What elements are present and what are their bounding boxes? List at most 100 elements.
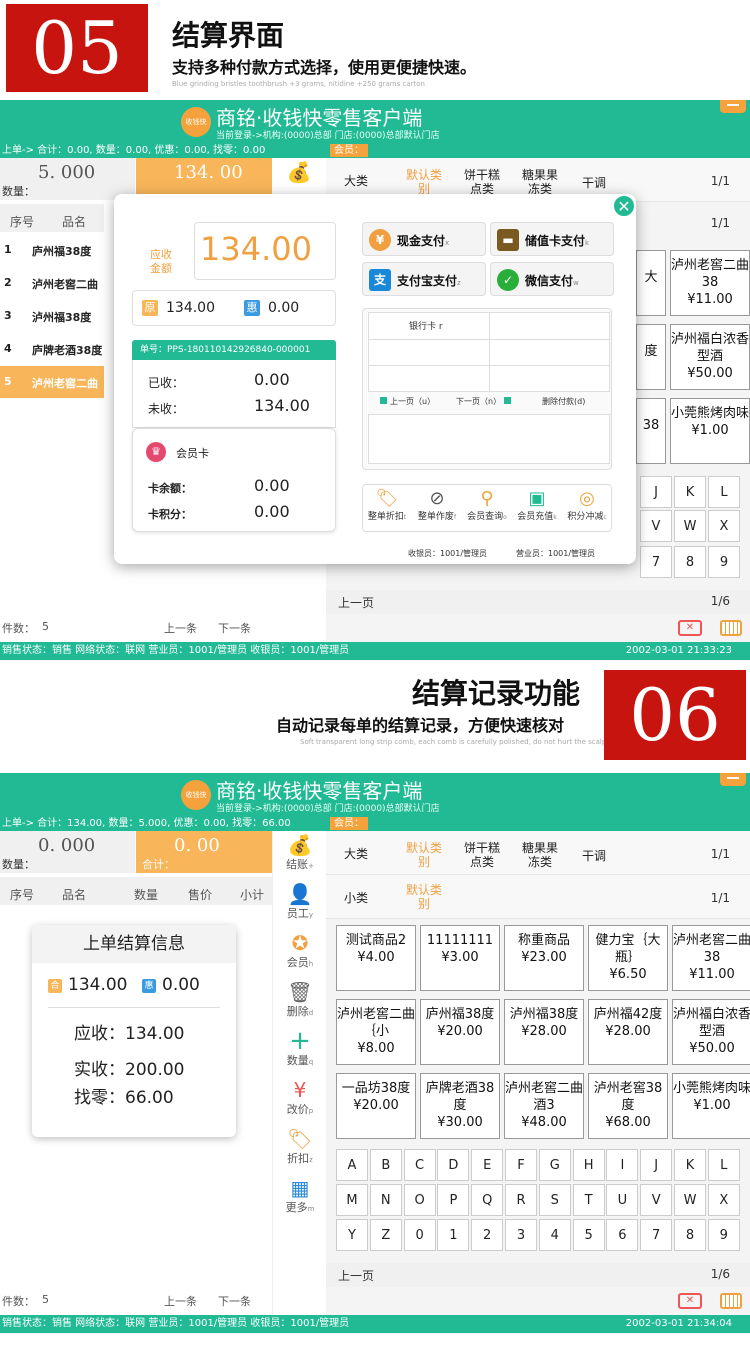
cash-pay-button[interactable]: ¥ 现金支付x bbox=[362, 222, 486, 256]
key-B[interactable]: B bbox=[369, 1149, 402, 1181]
backspace-icon[interactable]: ✕ bbox=[678, 620, 702, 636]
member-badge[interactable]: 会员： bbox=[330, 144, 368, 157]
prev-page-button[interactable]: 上一页 bbox=[338, 1267, 374, 1284]
wechat-pay-button[interactable]: ✓ 微信支付w bbox=[490, 262, 614, 296]
key-9[interactable]: 9 bbox=[708, 546, 740, 578]
backspace-icon[interactable]: ✕ bbox=[678, 1293, 702, 1309]
price-tool[interactable]: ¥ 改价p bbox=[273, 1076, 327, 1125]
key-W[interactable]: W bbox=[674, 510, 706, 542]
quantity-tool[interactable]: + 数量q bbox=[273, 1027, 327, 1076]
alipay-pay-button[interactable]: 支支付宝支付z bbox=[362, 262, 486, 296]
delete-tool[interactable]: 🗑 删除d bbox=[273, 978, 327, 1027]
points-deduct-button[interactable]: ◎ 积分冲减c bbox=[562, 484, 612, 532]
category-tab[interactable]: 饼干糕点类 bbox=[460, 168, 504, 196]
product-tile-partial[interactable]: 大 bbox=[636, 250, 666, 316]
product-tile[interactable]: 泸州福白浓香型酒 ¥50.00 bbox=[670, 324, 750, 390]
cart-row[interactable]: 1 庐州福38度 bbox=[0, 234, 104, 266]
delete-payment-button[interactable]: 删除付款(d) bbox=[542, 396, 585, 407]
minimize-button[interactable] bbox=[720, 100, 746, 113]
keyboard-icon[interactable] bbox=[720, 1293, 742, 1309]
key-L[interactable]: L bbox=[708, 476, 740, 508]
product-tile[interactable]: 称重商品 ¥23.00 bbox=[504, 925, 584, 991]
member-badge[interactable]: 会员： bbox=[330, 817, 368, 830]
product-tile[interactable]: 庐州福38度 ¥20.00 bbox=[420, 999, 500, 1065]
next-item-button[interactable]: 下一条 bbox=[218, 620, 251, 636]
key-8[interactable]: 8 bbox=[674, 546, 706, 578]
product-tile[interactable]: 泸州老窖二曲38 ¥11.00 bbox=[672, 925, 750, 991]
category-tab[interactable]: 饼干糕点类 bbox=[460, 841, 504, 869]
category-tab[interactable]: 默认类别 bbox=[402, 841, 446, 869]
product-tile[interactable]: 测试商品2 ¥4.00 bbox=[336, 925, 416, 991]
key-5[interactable]: 5 bbox=[572, 1219, 605, 1251]
product-tile[interactable]: 一品坊38度 ¥20.00 bbox=[336, 1073, 416, 1139]
product-tile[interactable]: 小莞熊烤肉味 ¥1.00 bbox=[670, 398, 750, 464]
cart-row[interactable]: 2 泸州老窖二曲 bbox=[0, 267, 104, 299]
product-tile[interactable]: 庐牌老酒38度 ¥30.00 bbox=[420, 1073, 500, 1139]
product-tile-partial[interactable]: 度 bbox=[636, 324, 666, 390]
key-0[interactable]: 0 bbox=[403, 1219, 436, 1251]
cart-row-selected[interactable]: 5 泸州老窖二曲 bbox=[0, 366, 104, 398]
key-Y[interactable]: Y bbox=[336, 1219, 368, 1251]
key-V[interactable]: V bbox=[640, 510, 672, 542]
product-tile[interactable]: 庐州福42度 ¥28.00 bbox=[588, 999, 668, 1065]
key-J[interactable]: J bbox=[640, 476, 672, 508]
order-discount-button[interactable]: 🏷 整单折扣t bbox=[362, 484, 412, 532]
key-N[interactable]: N bbox=[369, 1184, 402, 1216]
product-tile[interactable]: 泸州福白浓香型酒 ¥50.00 bbox=[672, 999, 750, 1065]
key-P[interactable]: P bbox=[437, 1184, 470, 1216]
key-E[interactable]: E bbox=[471, 1149, 504, 1181]
key-X[interactable]: X bbox=[707, 1184, 740, 1216]
key-4[interactable]: 4 bbox=[538, 1219, 571, 1251]
key-L[interactable]: L bbox=[707, 1149, 740, 1181]
key-H[interactable]: H bbox=[572, 1149, 605, 1181]
key-R[interactable]: R bbox=[505, 1184, 537, 1216]
product-tile[interactable]: 泸州老窖38度 ¥68.00 bbox=[588, 1073, 668, 1139]
modal-prev-page[interactable]: 上一页（u） bbox=[380, 396, 435, 407]
key-C[interactable]: C bbox=[403, 1149, 436, 1181]
key-X[interactable]: X bbox=[708, 510, 740, 542]
key-M[interactable]: M bbox=[336, 1184, 368, 1216]
staff-tool[interactable]: 👤 员工y bbox=[273, 880, 327, 929]
key-S[interactable]: S bbox=[538, 1184, 571, 1216]
product-tile[interactable]: 11111111 ¥3.00 bbox=[420, 925, 500, 991]
discount-tool[interactable]: 🏷 折扣z bbox=[273, 1125, 327, 1174]
modal-next-page[interactable]: 下一页（n） bbox=[456, 396, 512, 407]
void-order-button[interactable]: ⊘ 整单作废f bbox=[412, 484, 462, 532]
key-7[interactable]: 7 bbox=[640, 546, 672, 578]
member-query-button[interactable]: ⚲ 会员查询o bbox=[462, 484, 512, 532]
key-V[interactable]: V bbox=[640, 1184, 673, 1216]
key-Z[interactable]: Z bbox=[369, 1219, 402, 1251]
key-3[interactable]: 3 bbox=[505, 1219, 537, 1251]
close-icon[interactable]: ✕ bbox=[612, 194, 636, 218]
category-tab[interactable]: 默认类别 bbox=[402, 168, 446, 196]
category-tab[interactable]: 干调 bbox=[582, 849, 606, 863]
more-tool[interactable]: ▦ 更多m bbox=[273, 1174, 327, 1223]
category-tab[interactable]: 糖果果冻类 bbox=[518, 841, 562, 869]
stored-card-pay-button[interactable]: ▬ 储值卡支付k bbox=[490, 222, 614, 256]
key-A[interactable]: A bbox=[336, 1149, 368, 1181]
product-tile[interactable]: 泸州老窖二曲｛小 ¥8.00 bbox=[336, 999, 416, 1065]
key-7[interactable]: 7 bbox=[640, 1219, 673, 1251]
key-U[interactable]: U bbox=[606, 1184, 639, 1216]
key-G[interactable]: G bbox=[538, 1149, 571, 1181]
key-Q[interactable]: Q bbox=[471, 1184, 504, 1216]
key-9[interactable]: 9 bbox=[707, 1219, 740, 1251]
cart-row[interactable]: 3 泸州福38度 bbox=[0, 300, 104, 332]
product-tile-partial[interactable]: 38 bbox=[636, 398, 666, 464]
member-tool[interactable]: ✪ 会员h bbox=[273, 929, 327, 978]
product-tile[interactable]: 泸州老窖二曲酒3 ¥48.00 bbox=[504, 1073, 584, 1139]
key-6[interactable]: 6 bbox=[606, 1219, 639, 1251]
category-tab[interactable]: 糖果果冻类 bbox=[518, 168, 562, 196]
key-F[interactable]: F bbox=[505, 1149, 537, 1181]
key-O[interactable]: O bbox=[403, 1184, 436, 1216]
bank-card-cell[interactable]: 银行卡 r bbox=[409, 319, 443, 332]
category-tab[interactable]: 干调 bbox=[582, 176, 606, 190]
product-tile[interactable]: 泸州福38度 ¥28.00 bbox=[504, 999, 584, 1065]
payment-table[interactable]: 银行卡 r bbox=[368, 312, 610, 392]
product-tile[interactable]: 泸州老窖二曲38 ¥11.00 bbox=[670, 250, 750, 316]
prev-item-button[interactable]: 上一条 bbox=[164, 620, 197, 636]
cart-row[interactable]: 4 庐牌老酒38度 bbox=[0, 333, 104, 365]
key-I[interactable]: I bbox=[606, 1149, 639, 1181]
key-T[interactable]: T bbox=[572, 1184, 605, 1216]
subcategory-tab[interactable]: 默认类别 bbox=[402, 883, 446, 911]
